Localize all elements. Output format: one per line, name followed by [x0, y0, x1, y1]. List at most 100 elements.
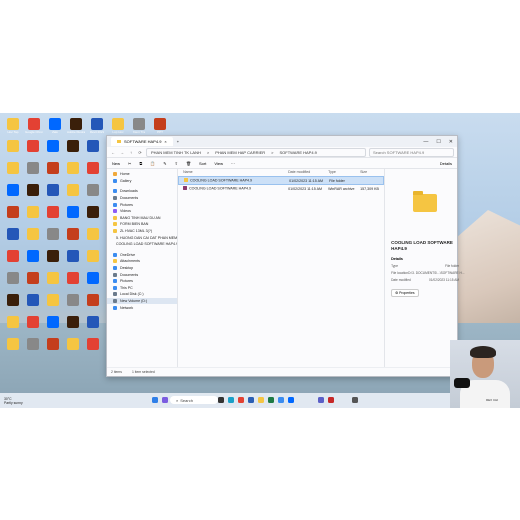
close-tab-icon[interactable]: × [164, 139, 166, 144]
paste-icon[interactable]: 📋 [150, 161, 155, 166]
sidebar-item[interactable]: This PC [107, 285, 177, 292]
weather-widget[interactable]: 30°C Partly sunny [0, 397, 44, 405]
desktop-icon[interactable] [44, 294, 62, 306]
breadcrumb-item[interactable]: PHAN MEM TINH TK LANH [151, 150, 201, 155]
desktop-icon[interactable] [84, 228, 102, 240]
sidebar-item[interactable]: Documents [107, 271, 177, 278]
desktop-icon[interactable]: Adobe Illustrator [67, 118, 85, 134]
column-date[interactable]: Date modified [288, 170, 328, 174]
copilot-icon[interactable] [162, 397, 168, 403]
sidebar-item[interactable]: Videos [107, 208, 177, 215]
desktop-icon[interactable] [24, 184, 42, 196]
desktop-icon[interactable] [64, 184, 82, 196]
sidebar-item[interactable]: Attachments [107, 258, 177, 265]
desktop-icon[interactable] [4, 338, 22, 350]
cut-icon[interactable]: ✂ [128, 161, 131, 166]
taskbar-search[interactable]: ⌕ Search [170, 396, 218, 404]
desktop-icon[interactable] [24, 338, 42, 350]
sidebar-item[interactable]: 5. HUONG DAN CAI DAT PHAN MEM H [107, 234, 177, 241]
widgets-icon[interactable] [218, 397, 224, 403]
desktop-icon[interactable] [64, 338, 82, 350]
desktop-icon[interactable]: Lop Hoc [109, 118, 127, 134]
sidebar-item[interactable]: COOLING LOAD SOFTWARE HAP4.9 [107, 241, 177, 248]
desktop-icon[interactable] [44, 316, 62, 328]
desktop-icon[interactable] [84, 140, 102, 152]
desktop-icon[interactable] [64, 228, 82, 240]
desktop-icon[interactable] [4, 250, 22, 262]
share-icon[interactable]: ⇪ [175, 161, 178, 166]
start-icon[interactable] [152, 397, 158, 403]
sidebar-item[interactable]: Pictures [107, 201, 177, 208]
desktop-icon[interactable] [4, 206, 22, 218]
zalo-icon[interactable] [288, 397, 294, 403]
desktop-icon[interactable]: Zalo [46, 118, 64, 134]
desktop-icon[interactable] [44, 338, 62, 350]
maximize-button[interactable]: ☐ [436, 139, 440, 145]
sidebar-item[interactable]: New Volume (D:) [107, 297, 178, 305]
desktop-icon[interactable]: Hoc Tap [4, 118, 22, 134]
up-arrow-icon[interactable]: ↑ [128, 150, 134, 155]
desktop-icon[interactable] [4, 272, 22, 284]
properties-button[interactable]: ⚙ Properties [391, 289, 419, 297]
teams-icon[interactable] [318, 397, 324, 403]
desktop-icon[interactable] [4, 184, 22, 196]
desktop-icon[interactable] [44, 140, 62, 152]
desktop-icon[interactable] [24, 294, 42, 306]
desktop-icon[interactable] [24, 140, 42, 152]
breadcrumb-item[interactable]: PHAN MEM HAP CARRIER [215, 150, 265, 155]
desktop-icon[interactable] [44, 228, 62, 240]
sidebar-item[interactable]: Local Disk (C:) [107, 291, 177, 298]
desktop-icon[interactable] [4, 316, 22, 328]
autocad-icon[interactable] [328, 397, 334, 403]
desktop-icon[interactable] [24, 206, 42, 218]
sidebar-item[interactable]: Home [107, 171, 177, 178]
forward-arrow-icon[interactable]: → [119, 150, 125, 155]
desktop-icon[interactable] [24, 228, 42, 240]
desktop-icon[interactable] [64, 294, 82, 306]
desktop-icon[interactable] [24, 272, 42, 284]
column-type[interactable]: Type [328, 170, 360, 174]
desktop-icon[interactable] [4, 294, 22, 306]
desktop-icon[interactable] [64, 140, 82, 152]
sidebar-item[interactable]: ZL HVAC 13ML 3(?) [107, 228, 177, 235]
desktop-icon[interactable] [44, 250, 62, 262]
new-tab-button[interactable]: + [177, 139, 179, 144]
sidebar-item[interactable]: Gallery [107, 178, 177, 185]
new-button[interactable]: New [112, 161, 120, 166]
word-icon[interactable] [248, 397, 254, 403]
sidebar-item[interactable]: Documents [107, 195, 177, 202]
breadcrumb-item[interactable]: SOFTWARE HAP4.9 [279, 150, 316, 155]
table-row[interactable]: COOLING LOAD SOFTWARE HAP4.9 01/02/2023 1… [178, 185, 384, 192]
breadcrumb[interactable]: PHAN MEM TINH TK LANH > PHAN MEM HAP CAR… [146, 147, 366, 157]
sort-button[interactable]: Sort [199, 161, 206, 166]
desktop-icon[interactable] [44, 272, 62, 284]
desktop-icon[interactable] [84, 338, 102, 350]
tab-software-hap[interactable]: SOFTWARE HAP4.9 × [111, 137, 173, 146]
minimize-button[interactable]: — [423, 139, 428, 145]
excel-icon[interactable] [268, 397, 274, 403]
table-row[interactable]: COOLING LOAD SOFTWARE HAP4.9 01/02/2023 1… [178, 176, 385, 185]
desktop-icon[interactable] [24, 162, 42, 174]
sidebar-item[interactable]: Downloads [107, 188, 177, 195]
store-icon[interactable] [278, 397, 284, 403]
desktop-icon[interactable] [84, 184, 102, 196]
details-button[interactable]: Details [440, 161, 452, 166]
desktop-icon[interactable] [84, 162, 102, 174]
view-button[interactable]: View [214, 161, 223, 166]
sidebar-item[interactable]: Network [107, 304, 177, 311]
desktop-icon[interactable] [84, 316, 102, 328]
edge-icon[interactable] [228, 397, 234, 403]
search-input[interactable]: Search SOFTWARE HAP4.9 [369, 147, 454, 157]
desktop-icon[interactable] [84, 272, 102, 284]
column-size[interactable]: Size [360, 170, 382, 174]
desktop-icon[interactable]: Kiem Tra [130, 118, 148, 134]
desktop-icon[interactable] [84, 206, 102, 218]
desktop-icon[interactable] [4, 162, 22, 174]
desktop-icon[interactable] [24, 250, 42, 262]
desktop-icon[interactable] [64, 272, 82, 284]
notes-icon[interactable] [352, 397, 358, 403]
desktop-icon[interactable] [64, 316, 82, 328]
refresh-icon[interactable]: ⟳ [137, 150, 143, 155]
desktop-icon[interactable] [44, 206, 62, 218]
desktop-icon[interactable] [4, 228, 22, 240]
